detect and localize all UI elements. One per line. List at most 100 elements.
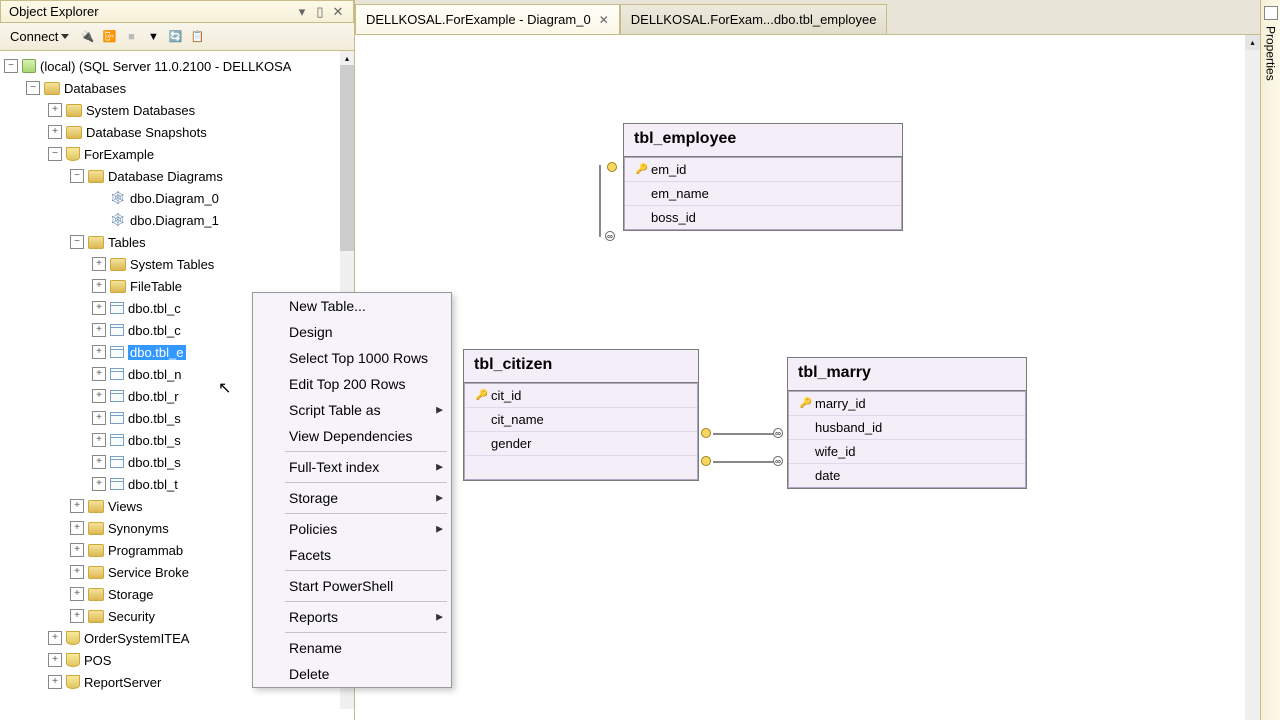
expander[interactable]: + (92, 345, 106, 359)
sysdb-node[interactable]: System Databases (86, 103, 195, 118)
diag1-node[interactable]: dbo.Diagram_1 (130, 213, 219, 228)
storage-node[interactable]: Storage (108, 587, 154, 602)
table-column-row[interactable]: 🔑marry_id (789, 392, 1025, 416)
disconnect-icon[interactable]: 📴 (101, 29, 117, 45)
ctx-select-top-1000[interactable]: Select Top 1000 Rows (253, 345, 451, 371)
canvas-scrollbar[interactable]: ▴ (1245, 35, 1260, 720)
ctx-new-table[interactable]: New Table... (253, 293, 451, 319)
servicebroker-node[interactable]: Service Broke (108, 565, 189, 580)
ctx-edit-top-200[interactable]: Edit Top 200 Rows (253, 371, 451, 397)
ctx-policies[interactable]: Policies (253, 516, 451, 542)
expander[interactable]: + (48, 675, 62, 689)
table-column-row[interactable]: husband_id (789, 416, 1025, 440)
ctx-fulltext-index[interactable]: Full-Text index (253, 454, 451, 480)
expander[interactable]: + (48, 103, 62, 117)
expander[interactable]: − (4, 59, 18, 73)
tab-tbl-employee[interactable]: DELLKOSAL.ForExam...dbo.tbl_employee (620, 4, 888, 34)
panel-pin-icon[interactable]: ▯ (313, 5, 327, 19)
tables-node[interactable]: Tables (108, 235, 146, 250)
expander[interactable]: + (70, 609, 84, 623)
expander[interactable]: − (26, 81, 40, 95)
table-column-row[interactable]: 🔑cit_id (465, 384, 697, 408)
expander[interactable]: + (92, 367, 106, 381)
security-node[interactable]: Security (108, 609, 155, 624)
tree-scroll-up[interactable]: ▴ (340, 51, 354, 65)
table-node[interactable]: dbo.tbl_s (128, 455, 181, 470)
reportserver-node[interactable]: ReportServer (84, 675, 161, 690)
table-node[interactable]: dbo.tbl_c (128, 323, 181, 338)
table-node[interactable]: dbo.tbl_s (128, 433, 181, 448)
diagrams-node[interactable]: Database Diagrams (108, 169, 223, 184)
ctx-design[interactable]: Design (253, 319, 451, 345)
ctx-rename[interactable]: Rename (253, 635, 451, 661)
properties-panel-collapsed[interactable]: Properties (1260, 0, 1280, 720)
databases-node[interactable]: Databases (64, 81, 126, 96)
ordersys-node[interactable]: OrderSystemITEA (84, 631, 189, 646)
expander[interactable]: + (70, 521, 84, 535)
expander[interactable]: + (92, 433, 106, 447)
expander[interactable]: + (70, 565, 84, 579)
diag0-node[interactable]: dbo.Diagram_0 (130, 191, 219, 206)
expander[interactable]: + (48, 631, 62, 645)
programmability-node[interactable]: Programmab (108, 543, 183, 558)
table-node[interactable]: dbo.tbl_n (128, 367, 182, 382)
expander[interactable]: + (92, 389, 106, 403)
filetables-node[interactable]: FileTable (130, 279, 182, 294)
expander[interactable]: + (48, 125, 62, 139)
ctx-facets[interactable]: Facets (253, 542, 451, 568)
table-column-row[interactable]: wife_id (789, 440, 1025, 464)
expander[interactable]: + (92, 257, 106, 271)
expander[interactable]: + (48, 653, 62, 667)
table-node[interactable]: dbo.tbl_t (128, 477, 178, 492)
systables-node[interactable]: System Tables (130, 257, 214, 272)
expander[interactable]: + (70, 587, 84, 601)
expander[interactable]: + (70, 543, 84, 557)
panel-close-icon[interactable]: ✕ (331, 5, 345, 19)
tab-close-icon[interactable]: ✕ (599, 13, 609, 27)
ctx-reports[interactable]: Reports (253, 604, 451, 630)
ctx-view-dependencies[interactable]: View Dependencies (253, 423, 451, 449)
pos-node[interactable]: POS (84, 653, 111, 668)
views-node[interactable]: Views (108, 499, 142, 514)
diagram-table-employee[interactable]: tbl_employee 🔑em_id em_name boss_id (623, 123, 903, 231)
summary-icon[interactable]: 📋 (189, 29, 205, 45)
filter-icon[interactable]: ▼ (145, 29, 161, 45)
expander[interactable]: − (48, 147, 62, 161)
forexample-node[interactable]: ForExample (84, 147, 154, 162)
diagram-table-citizen[interactable]: tbl_citizen 🔑cit_id cit_name gender (463, 349, 699, 481)
expander[interactable]: + (92, 455, 106, 469)
ctx-storage[interactable]: Storage (253, 485, 451, 511)
diagram-canvas[interactable]: ▴ tbl_employee 🔑em_id em_name boss_id ∞ … (355, 34, 1260, 720)
table-node[interactable]: dbo.tbl_r (128, 389, 179, 404)
table-node-selected[interactable]: dbo.tbl_e (128, 345, 186, 360)
scroll-up-icon[interactable]: ▴ (1245, 35, 1260, 50)
panel-dropdown-icon[interactable]: ▾ (295, 5, 309, 19)
ctx-start-powershell[interactable]: Start PowerShell (253, 573, 451, 599)
table-column-row[interactable]: em_name (625, 182, 901, 206)
table-column-row[interactable]: 🔑em_id (625, 158, 901, 182)
table-node[interactable]: dbo.tbl_c (128, 301, 181, 316)
table-column-row[interactable] (465, 456, 697, 479)
table-column-row[interactable]: gender (465, 432, 697, 456)
snapshots-node[interactable]: Database Snapshots (86, 125, 207, 140)
table-column-row[interactable]: boss_id (625, 206, 901, 229)
expander[interactable]: − (70, 169, 84, 183)
stop-icon[interactable]: ■ (123, 29, 139, 45)
expander[interactable]: + (92, 411, 106, 425)
table-column-row[interactable]: cit_name (465, 408, 697, 432)
connect-button[interactable]: Connect (6, 27, 73, 46)
expander[interactable]: + (92, 477, 106, 491)
expander[interactable]: + (92, 301, 106, 315)
expander[interactable]: + (70, 499, 84, 513)
expander[interactable]: − (70, 235, 84, 249)
table-column-row[interactable]: date (789, 464, 1025, 487)
tree-scrollbar-thumb[interactable] (340, 51, 354, 251)
server-node[interactable]: (local) (SQL Server 11.0.2100 - DELLKOSA (40, 59, 291, 74)
table-node[interactable]: dbo.tbl_s (128, 411, 181, 426)
expander[interactable]: + (92, 323, 106, 337)
refresh-icon[interactable]: 🔄 (167, 29, 183, 45)
connect-db-icon[interactable]: 🔌 (79, 29, 95, 45)
tab-diagram-0[interactable]: DELLKOSAL.ForExample - Diagram_0 ✕ (355, 4, 620, 34)
synonyms-node[interactable]: Synonyms (108, 521, 169, 536)
expander[interactable]: + (92, 279, 106, 293)
